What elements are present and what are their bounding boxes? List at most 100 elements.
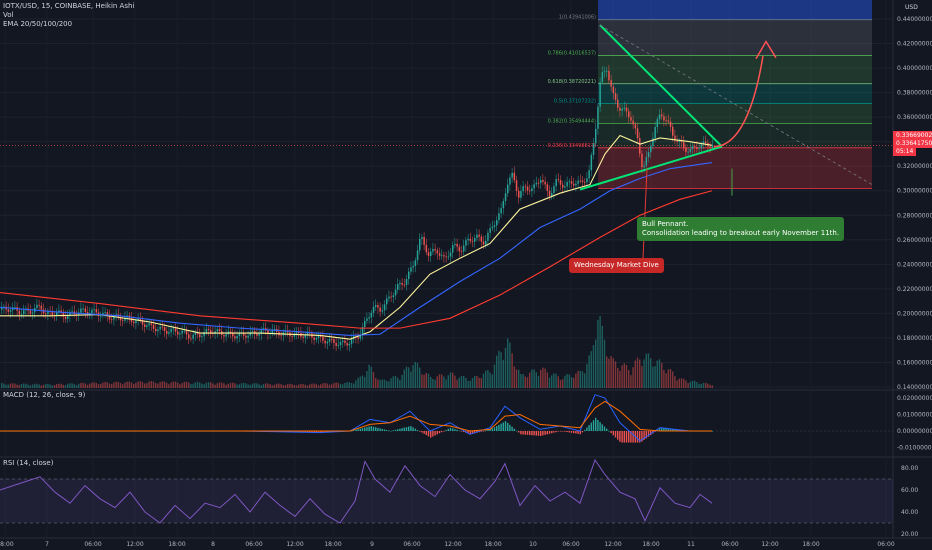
volume-bar <box>137 381 139 388</box>
volume-bar <box>614 361 617 388</box>
volume-bar <box>573 377 575 388</box>
volume-bar <box>566 374 568 388</box>
time-tick-label: 18:00 <box>484 541 501 548</box>
macd-histogram-bar <box>460 431 463 432</box>
candle-body <box>445 256 447 258</box>
volume-bar <box>159 382 161 388</box>
candle-body <box>654 127 656 139</box>
candle-body <box>630 117 632 121</box>
volume-bar <box>513 366 515 388</box>
volume-bar <box>674 376 676 388</box>
macd-histogram-bar <box>586 427 588 431</box>
volume-bar <box>269 384 271 388</box>
candle-body <box>432 248 434 252</box>
volume-bar <box>5 384 7 388</box>
macd-histogram-bar <box>581 431 584 433</box>
candle-body <box>566 182 568 187</box>
volume-bar <box>247 384 249 388</box>
candle-body <box>480 236 483 242</box>
volume-bar <box>676 380 678 388</box>
volume-bar <box>348 382 350 388</box>
volume-bar <box>309 384 311 388</box>
candle-body <box>590 154 593 171</box>
macd-histogram-bar <box>575 431 577 434</box>
volume-bar <box>291 384 293 388</box>
volume-bar <box>410 371 412 388</box>
volume-bar <box>467 380 469 388</box>
volume-bar <box>397 377 399 388</box>
volume-bar <box>579 370 581 388</box>
candle-body <box>148 323 150 326</box>
macd-histogram-bar <box>577 431 579 434</box>
volume-bar <box>302 384 304 388</box>
macd-histogram-bar <box>379 428 381 431</box>
volume-bar <box>456 379 458 388</box>
volume-bar <box>562 379 564 388</box>
macd-histogram-bar <box>368 426 370 431</box>
volume-bar <box>511 353 513 388</box>
volume-bar <box>460 375 463 388</box>
candle-body <box>366 318 368 321</box>
volume-bar <box>254 383 256 388</box>
candle-body <box>636 128 639 139</box>
candle-body <box>709 146 711 148</box>
candle-body <box>410 267 412 272</box>
volume-bar <box>449 372 452 388</box>
candle-body <box>335 342 337 346</box>
volume-bar <box>56 384 58 388</box>
time-tick-label: 8 <box>211 541 215 548</box>
macd-histogram-bar <box>412 427 414 431</box>
volume-bar <box>381 379 383 388</box>
volume-bar <box>93 382 95 388</box>
candle-body <box>339 342 342 345</box>
volume-bar <box>350 382 353 388</box>
chart-canvas[interactable]: 0.14000000 0.16000000 0.18000000 0.20000000… <box>0 0 932 550</box>
candle-body <box>603 71 606 73</box>
candle-body <box>449 252 452 257</box>
time-tick-label: 18:00 <box>802 541 819 548</box>
candle-body <box>313 337 315 340</box>
fib-zone <box>598 19 872 56</box>
fib-zone <box>598 83 872 104</box>
volume-bar <box>702 382 705 388</box>
volume-bar <box>535 372 537 388</box>
volume-bar <box>551 375 553 388</box>
candle-body <box>36 304 38 308</box>
candle-body <box>612 86 615 94</box>
volume-bar <box>141 381 144 388</box>
candle-body <box>177 331 179 335</box>
symbol-title: IOTX/USD, 15, COINBASE, Heikin Ashi <box>3 2 135 10</box>
candle-body <box>403 284 406 286</box>
volume-bar <box>53 385 56 388</box>
candle-body <box>71 311 73 313</box>
candle-body <box>201 336 203 338</box>
candle-body <box>291 336 293 337</box>
macd-histogram-bar <box>377 427 379 431</box>
volume-bar <box>97 384 100 388</box>
volume-bar <box>432 379 434 388</box>
volume-bar <box>522 374 524 388</box>
candle-body <box>135 320 137 324</box>
time-tick-label: 06:00 <box>877 541 894 548</box>
fib-zone <box>598 0 872 20</box>
volume-bar <box>34 383 36 388</box>
candle-body <box>194 332 197 335</box>
ema-label: EMA 20/50/100/200 <box>3 20 73 28</box>
candle-body <box>683 142 685 148</box>
candle-body <box>425 244 428 253</box>
volume-bar <box>628 370 630 388</box>
candle-body <box>84 308 87 312</box>
candle-body <box>82 308 84 310</box>
macd-histogram-bar <box>542 431 544 436</box>
candle-body <box>573 183 575 186</box>
volume-bar <box>661 362 663 388</box>
candle-body <box>500 208 502 214</box>
candle-body <box>337 344 340 346</box>
candle-body <box>370 312 373 318</box>
macd-histogram-bar <box>436 431 438 435</box>
candle-body <box>665 120 667 122</box>
candle-body <box>581 180 584 182</box>
volume-bar <box>331 384 333 388</box>
volume-bar <box>559 380 562 388</box>
volume-bar <box>498 350 500 388</box>
